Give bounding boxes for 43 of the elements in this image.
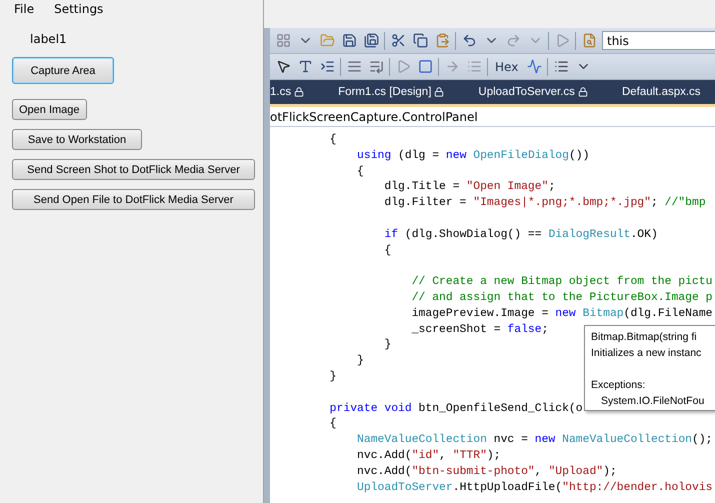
action-button[interactable]: Open Image — [12, 99, 87, 120]
code-line: { — [356, 164, 364, 180]
code-line: private void btn_OpenfileSend_Click(o — [328, 402, 583, 417]
code-line: dlg.Filter = "Images|*.png;*.bmp;*.jpg"; //"bmp — [383, 196, 706, 212]
file-tab[interactable]: Form1.cs [Design] — [338, 86, 444, 98]
tooltip-text: System.IO.FileNotFou — [601, 394, 704, 409]
wave-icon[interactable] — [525, 58, 544, 76]
label-text: label1 — [30, 32, 67, 46]
code-line: { — [383, 244, 392, 259]
code-line: { — [328, 417, 337, 432]
tooltip-text: Initializes a new instanc — [591, 346, 702, 361]
code-line: // Create a new Bitmap object from the pictu — [410, 275, 712, 290]
code-line: nvc.Add("id", "TTR"); — [356, 448, 501, 464]
code-line: dlg.Title = "Open Image"; — [383, 180, 556, 196]
file-tab[interactable]: Default.aspx.cs — [622, 86, 701, 98]
code-line: if (dlg.ShowDialog() == DialogResult.OK) — [383, 228, 658, 243]
code-line: UploadToServer.HttpUploadFile("http://bender.holovis — [356, 480, 712, 496]
action-button[interactable]: Send Open File to DotFlick Media Server — [12, 189, 255, 210]
menu-item[interactable]: Settings — [46, 2, 112, 16]
file-tab[interactable]: 1.cs — [270, 86, 304, 98]
breadcrumb-text: otFlickScreenCapture.ControlPanel — [270, 110, 478, 124]
code-line: } — [356, 354, 364, 370]
code-line: // and assign that to the PictureBox.Image p — [410, 290, 712, 306]
action-button[interactable]: Capture Area — [12, 57, 114, 84]
code-line: _screenShot = false; — [410, 322, 548, 338]
code-line: { — [328, 133, 337, 148]
tooltip-text: Bitmap.Bitmap(string fi — [591, 330, 697, 345]
file-tab[interactable]: UploadToServer.cs — [478, 86, 588, 98]
code-line: } — [328, 370, 337, 385]
code-line: nvc.Add("btn-submit-photo", "Upload"); — [356, 464, 617, 480]
code-line: imagePreview.Image = new Bitmap(dlg.FileName — [410, 306, 713, 322]
code-line: } — [383, 338, 392, 354]
action-button[interactable]: Save to Workstation — [12, 129, 142, 150]
action-button[interactable]: Send Screen Shot to DotFlick Media Server — [12, 159, 255, 180]
code-line: NameValueCollection nvc = new NameValueCollection(); — [356, 433, 713, 448]
scissors-icon[interactable] — [389, 32, 407, 50]
copy-icon[interactable] — [411, 32, 429, 50]
hex-button[interactable]: Hex — [492, 60, 522, 74]
tooltip-text: Exceptions: — [591, 378, 646, 393]
menu-item[interactable]: File — [6, 2, 42, 16]
save-all-icon[interactable] — [362, 32, 380, 50]
search-field[interactable]: this — [602, 31, 715, 50]
code-line: using (dlg = new OpenFileDialog()) — [356, 148, 590, 164]
